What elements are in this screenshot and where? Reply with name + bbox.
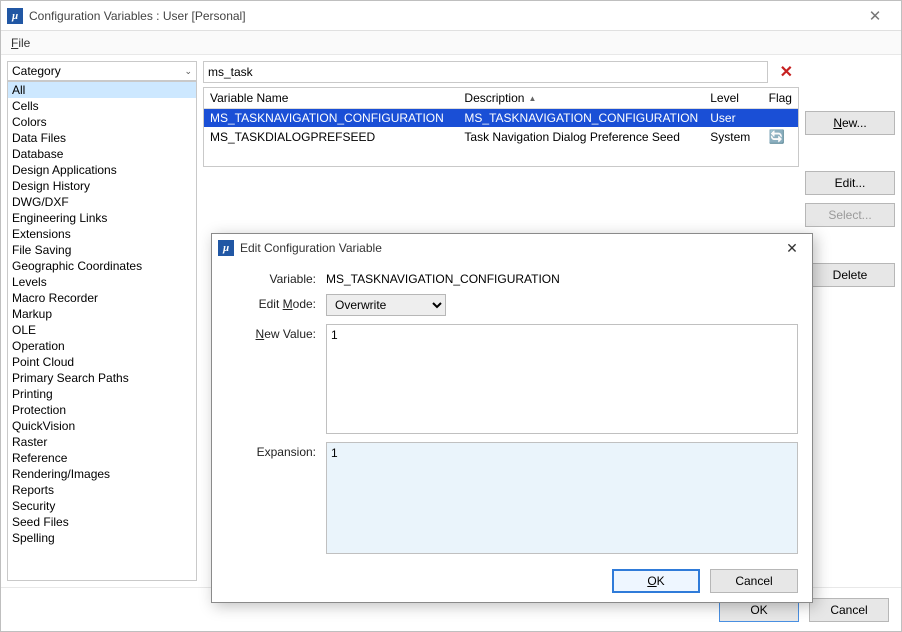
col-description[interactable]: Description ▲ — [458, 88, 704, 109]
editmode-select[interactable]: Overwrite — [326, 294, 446, 316]
category-item[interactable]: QuickVision — [8, 418, 196, 434]
category-item[interactable]: Raster — [8, 434, 196, 450]
category-item[interactable]: DWG/DXF — [8, 194, 196, 210]
cell-desc: MS_TASKNAVIGATION_CONFIGURATION — [458, 109, 704, 128]
category-item[interactable]: Extensions — [8, 226, 196, 242]
menu-file[interactable]: File — [11, 36, 30, 50]
category-item[interactable]: Seed Files — [8, 514, 196, 530]
category-item[interactable]: Macro Recorder — [8, 290, 196, 306]
table-header-row: Variable Name Description ▲ Level Flag — [204, 88, 798, 109]
dialog-close-icon[interactable]: ✕ — [778, 240, 806, 257]
edit-button[interactable]: Edit... — [805, 171, 895, 195]
category-item[interactable]: File Saving — [8, 242, 196, 258]
category-item[interactable]: Point Cloud — [8, 354, 196, 370]
col-level[interactable]: Level — [704, 88, 762, 109]
cell-level: System — [704, 127, 762, 147]
category-item[interactable]: Database — [8, 146, 196, 162]
category-panel: Category ⌄ AllCellsColorsData FilesDatab… — [7, 61, 197, 581]
col-variable-name[interactable]: Variable Name — [204, 88, 458, 109]
cell-desc: Task Navigation Dialog Preference Seed — [458, 127, 704, 147]
close-icon[interactable]: ✕ — [855, 7, 895, 25]
category-item[interactable]: Printing — [8, 386, 196, 402]
category-header-label: Category — [12, 64, 61, 78]
app-icon: µ — [7, 8, 23, 24]
expansion-label: Expansion: — [226, 442, 316, 459]
category-item[interactable]: Design Applications — [8, 162, 196, 178]
variable-value: MS_TASKNAVIGATION_CONFIGURATION — [326, 269, 798, 286]
body: Category ⌄ AllCellsColorsData FilesDatab… — [1, 55, 901, 587]
category-item[interactable]: Security — [8, 498, 196, 514]
refresh-icon: 🔄 — [769, 129, 785, 145]
dialog-title: Edit Configuration Variable — [240, 241, 778, 255]
category-item[interactable]: Cells — [8, 98, 196, 114]
sort-asc-icon: ▲ — [528, 94, 536, 103]
category-item[interactable]: OLE — [8, 322, 196, 338]
category-item[interactable]: Reports — [8, 482, 196, 498]
category-item[interactable]: Operation — [8, 338, 196, 354]
main-window: µ Configuration Variables : User [Person… — [0, 0, 902, 632]
new-button[interactable]: New... — [805, 111, 895, 135]
editmode-wrap: Overwrite — [326, 294, 798, 316]
newvalue-label: New Value: — [226, 324, 316, 341]
category-header[interactable]: Category ⌄ — [7, 61, 197, 81]
titlebar: µ Configuration Variables : User [Person… — [1, 1, 901, 31]
side-buttons: New... Edit... Select... Delete — [805, 61, 895, 581]
expansion-textarea: 1 — [326, 442, 798, 554]
dialog-ok-button[interactable]: OK — [612, 569, 700, 593]
dialog-titlebar: µ Edit Configuration Variable ✕ — [212, 234, 812, 263]
select-button: Select... — [805, 203, 895, 227]
cell-name: MS_TASKNAVIGATION_CONFIGURATION — [204, 109, 458, 128]
category-item[interactable]: All — [8, 82, 196, 98]
category-list[interactable]: AllCellsColorsData FilesDatabaseDesign A… — [7, 81, 197, 581]
editmode-label: Edit Mode: — [226, 294, 316, 311]
cell-name: MS_TASKDIALOGPREFSEED — [204, 127, 458, 147]
clear-search-icon[interactable]: ✕ — [774, 62, 799, 82]
category-item[interactable]: Rendering/Images — [8, 466, 196, 482]
category-item[interactable]: Protection — [8, 402, 196, 418]
variable-table: Variable Name Description ▲ Level Flag MS… — [203, 87, 799, 167]
category-item[interactable]: Design History — [8, 178, 196, 194]
category-item[interactable]: Data Files — [8, 130, 196, 146]
category-item[interactable]: Engineering Links — [8, 210, 196, 226]
cell-flag — [763, 109, 798, 128]
chevron-down-icon: ⌄ — [184, 66, 192, 77]
delete-button[interactable]: Delete — [805, 263, 895, 287]
col-flag[interactable]: Flag — [763, 88, 798, 109]
edit-configuration-dialog: µ Edit Configuration Variable ✕ Variable… — [211, 233, 813, 603]
category-item[interactable]: Spelling — [8, 530, 196, 546]
dialog-body: Variable: MS_TASKNAVIGATION_CONFIGURATIO… — [212, 263, 812, 560]
col-description-label: Description — [464, 91, 524, 105]
category-item[interactable]: Colors — [8, 114, 196, 130]
search-input[interactable] — [203, 61, 768, 83]
category-item[interactable]: Markup — [8, 306, 196, 322]
category-item[interactable]: Geographic Coordinates — [8, 258, 196, 274]
variable-label: Variable: — [226, 269, 316, 286]
cancel-button[interactable]: Cancel — [809, 598, 889, 622]
dialog-cancel-button[interactable]: Cancel — [710, 569, 798, 593]
cell-flag: 🔄 — [763, 127, 798, 147]
table-row[interactable]: MS_TASKDIALOGPREFSEEDTask Navigation Dia… — [204, 127, 798, 147]
menubar: File — [1, 31, 901, 55]
newvalue-textarea[interactable]: 1 — [326, 324, 798, 434]
app-icon: µ — [218, 240, 234, 256]
table-row[interactable]: MS_TASKNAVIGATION_CONFIGURATIONMS_TASKNA… — [204, 109, 798, 128]
window-title: Configuration Variables : User [Personal… — [29, 9, 855, 23]
dialog-footer: OK Cancel — [212, 560, 812, 602]
search-row: ✕ — [203, 61, 799, 83]
category-item[interactable]: Reference — [8, 450, 196, 466]
category-item[interactable]: Levels — [8, 274, 196, 290]
category-item[interactable]: Primary Search Paths — [8, 370, 196, 386]
cell-level: User — [704, 109, 762, 128]
